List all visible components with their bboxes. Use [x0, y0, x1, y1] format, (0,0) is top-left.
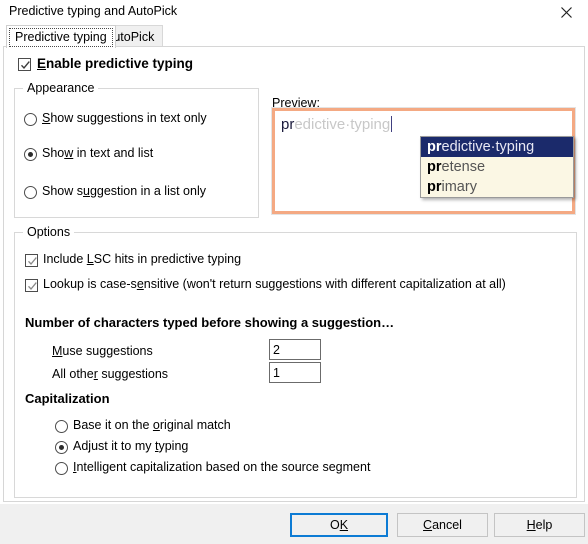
tab-strip: Predictive typing AutoPick [0, 24, 588, 48]
predictive-typing-dialog: Predictive typing and AutoPick Predictiv… [0, 0, 588, 544]
radio-label-show-suggestion-in-a-list-only: Show suggestion in a list only [42, 184, 206, 198]
muse-suggestions-label: Muse suggestions [52, 344, 153, 358]
radio-label-base-on-original-match: Base it on the original match [73, 418, 231, 432]
enable-predictive-typing-checkbox[interactable] [18, 58, 31, 71]
help-button[interactable]: Help [494, 513, 585, 537]
radio-show-in-text-and-list[interactable] [24, 148, 37, 161]
chars-before-suggestion-heading: Number of characters typed before showin… [25, 315, 395, 330]
radio-label-intelligent-capitalization: Intelligent capitalization based on the … [73, 460, 371, 474]
muse-suggestions-input[interactable] [269, 339, 321, 360]
title-bar: Predictive typing and AutoPick [0, 0, 588, 24]
text-caret [391, 116, 393, 132]
include-lsc-hits-label: Include LSC hits in predictive typing [43, 252, 242, 266]
tab-predictive-typing[interactable]: Predictive typing [6, 25, 116, 48]
suggestion-item[interactable]: predictive·typing [421, 137, 573, 157]
suggestion-item[interactable]: primary [421, 177, 573, 197]
appearance-group-title: Appearance [23, 81, 99, 95]
radio-intelligent-capitalization[interactable] [55, 462, 68, 475]
radio-label-show-suggestions-in-text-only: Show suggestions in text only [42, 111, 207, 125]
preview-typed-text: predictive·typing [281, 116, 393, 133]
suggestion-list[interactable]: predictive·typing pretense primary [420, 136, 574, 198]
tab-page-predictive-typing: Enable predictive typing Appearance Show… [3, 46, 585, 502]
cancel-button[interactable]: Cancel [397, 513, 488, 537]
radio-show-suggestion-in-a-list-only[interactable] [24, 186, 37, 199]
options-group-title: Options [23, 225, 75, 239]
tab-label: Predictive typing [15, 30, 107, 44]
window-title: Predictive typing and AutoPick [9, 4, 178, 18]
all-other-suggestions-input[interactable] [269, 362, 321, 383]
include-lsc-hits-checkbox[interactable] [25, 254, 38, 267]
radio-label-adjust-to-my-typing: Adjust it to my typing [73, 439, 189, 453]
close-icon[interactable] [544, 0, 588, 24]
all-other-suggestions-label: All other suggestions [52, 367, 169, 381]
enable-predictive-typing-label: Enable predictive typing [37, 56, 194, 71]
ok-button[interactable]: OK [290, 513, 388, 537]
radio-adjust-to-my-typing[interactable] [55, 441, 68, 454]
suggestion-item[interactable]: pretense [421, 157, 573, 177]
dialog-footer: OK Cancel Help [0, 503, 588, 544]
lookup-case-sensitive-checkbox[interactable] [25, 279, 38, 292]
radio-base-on-original-match[interactable] [55, 420, 68, 433]
lookup-case-sensitive-label: Lookup is case-sensitive (won't return s… [43, 277, 506, 291]
radio-show-suggestions-in-text-only[interactable] [24, 113, 37, 126]
radio-label-show-in-text-and-list: Show in text and list [42, 146, 154, 160]
capitalization-heading: Capitalization [25, 391, 110, 406]
